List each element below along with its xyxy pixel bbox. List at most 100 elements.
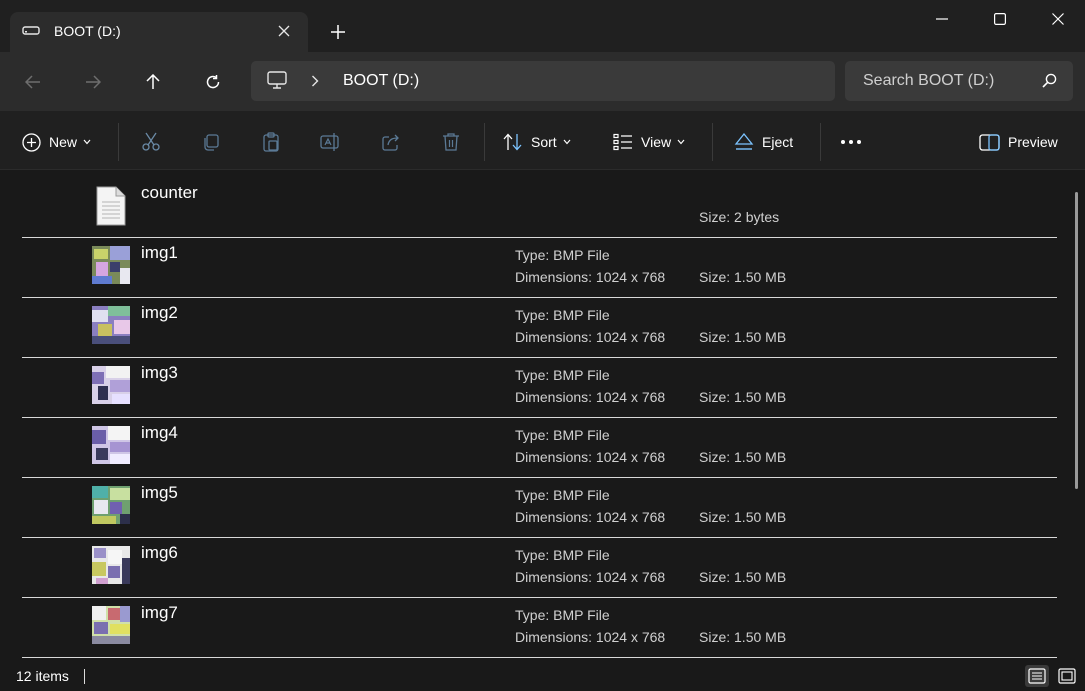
file-size: Size: 1.50 MB [699,329,787,345]
file-size: Size: 1.50 MB [699,629,787,645]
maximize-icon[interactable] [971,0,1029,38]
preview-button[interactable]: Preview [979,129,1058,155]
new-button[interactable]: New [22,129,91,155]
close-tab-icon[interactable] [274,21,294,41]
file-type: Type: BMP File [515,427,610,443]
new-button-label: New [49,134,78,150]
this-pc-icon[interactable] [267,71,287,94]
file-dimensions: Dimensions: 1024 x 768 [515,449,666,465]
command-bar: New Sort View Eject Preview [0,111,1085,170]
file-dimensions: Dimensions: 1024 x 768 [515,329,666,345]
eject-button[interactable]: Eject [734,129,793,155]
file-type: Type: BMP File [515,367,610,383]
file-size: Size: 1.50 MB [699,389,787,405]
paste-icon[interactable] [259,130,283,154]
file-name: img3 [141,363,178,382]
title-bar: BOOT (D:) [0,0,1085,52]
file-name: img2 [141,303,178,322]
status-bar: 12 items [0,660,1085,691]
back-arrow-icon[interactable] [17,66,49,98]
image-thumbnail-icon [92,546,130,584]
divider [712,123,713,161]
vertical-scrollbar[interactable] [1075,192,1078,489]
share-icon[interactable] [379,130,403,154]
forward-arrow-icon[interactable] [77,66,109,98]
file-dimensions: Dimensions: 1024 x 768 [515,509,666,525]
list-item[interactable]: img1 Type: BMP File Dimensions: 1024 x 7… [22,238,1057,298]
divider [820,123,821,161]
list-item[interactable]: img6 Type: BMP File Dimensions: 1024 x 7… [22,538,1057,598]
divider [118,123,119,161]
file-type: Type: BMP File [515,607,610,623]
new-tab-icon[interactable] [326,20,350,44]
list-item[interactable]: counter Size: 2 bytes [22,178,1057,238]
file-dimensions: Dimensions: 1024 x 768 [515,569,666,585]
chevron-down-icon [563,139,571,145]
more-icon[interactable] [839,130,863,154]
search-input[interactable]: Search BOOT (D:) [863,72,994,90]
search-icon[interactable] [1042,73,1057,93]
file-size: Size: 1.50 MB [699,509,787,525]
eject-icon [734,133,754,150]
item-count: 12 items [16,668,69,684]
minimize-icon[interactable] [913,0,971,38]
refresh-icon[interactable] [197,66,229,98]
image-thumbnail-icon [92,366,130,404]
copy-icon[interactable] [199,130,223,154]
tiles-view-icon[interactable] [1055,665,1079,687]
file-type: Type: BMP File [515,487,610,503]
chevron-down-icon [83,139,91,145]
image-thumbnail-icon [92,426,130,464]
list-item[interactable]: img3 Type: BMP File Dimensions: 1024 x 7… [22,358,1057,418]
sort-button-label: Sort [531,134,557,150]
search-box[interactable]: Search BOOT (D:) [845,61,1073,101]
file-type: Type: BMP File [515,307,610,323]
file-dimensions: Dimensions: 1024 x 768 [515,629,666,645]
eject-button-label: Eject [762,134,794,150]
up-arrow-icon[interactable] [137,66,169,98]
list-item[interactable]: img5 Type: BMP File Dimensions: 1024 x 7… [22,478,1057,538]
list-item[interactable]: img2 Type: BMP File Dimensions: 1024 x 7… [22,298,1057,358]
sort-button[interactable]: Sort [503,129,571,155]
cut-icon[interactable] [139,130,163,154]
file-dimensions: Dimensions: 1024 x 768 [515,389,666,405]
close-window-icon[interactable] [1029,0,1085,38]
divider [484,123,485,161]
text-file-icon [92,186,130,226]
list-item[interactable]: img7 Type: BMP File Dimensions: 1024 x 7… [22,598,1057,658]
file-list: counter Size: 2 bytes img1 Type: BMP Fil… [0,171,1085,660]
plus-circle-icon [22,132,41,152]
preview-button-label: Preview [1008,134,1058,150]
details-view-icon[interactable] [1025,665,1049,687]
tab-title: BOOT (D:) [54,23,121,39]
file-name: img1 [141,243,178,262]
file-type: Type: BMP File [515,547,610,563]
divider [84,669,85,684]
breadcrumb-location[interactable]: BOOT (D:) [343,72,419,90]
view-button-label: View [641,134,672,150]
view-button[interactable]: View [613,129,685,155]
file-name: counter [141,183,198,202]
file-name: img4 [141,423,178,442]
rename-icon[interactable] [319,130,343,154]
image-thumbnail-icon [92,306,130,344]
file-size: Size: 2 bytes [699,209,780,225]
file-size: Size: 1.50 MB [699,269,787,285]
file-name: img5 [141,483,178,502]
file-size: Size: 1.50 MB [699,449,787,465]
file-size: Size: 1.50 MB [699,569,787,585]
drive-icon [22,24,40,43]
file-type: Type: BMP File [515,247,610,263]
delete-icon[interactable] [439,130,463,154]
chevron-down-icon [677,139,685,145]
file-name: img6 [141,543,178,562]
image-thumbnail-icon [92,486,130,524]
file-name: img7 [141,603,178,622]
tab-boot-drive[interactable]: BOOT (D:) [10,12,308,52]
list-item[interactable]: img4 Type: BMP File Dimensions: 1024 x 7… [22,418,1057,478]
address-bar[interactable]: BOOT (D:) [251,61,835,101]
file-dimensions: Dimensions: 1024 x 768 [515,269,666,285]
image-thumbnail-icon [92,606,130,644]
image-thumbnail-icon [92,246,130,284]
chevron-right-icon[interactable] [311,74,319,92]
